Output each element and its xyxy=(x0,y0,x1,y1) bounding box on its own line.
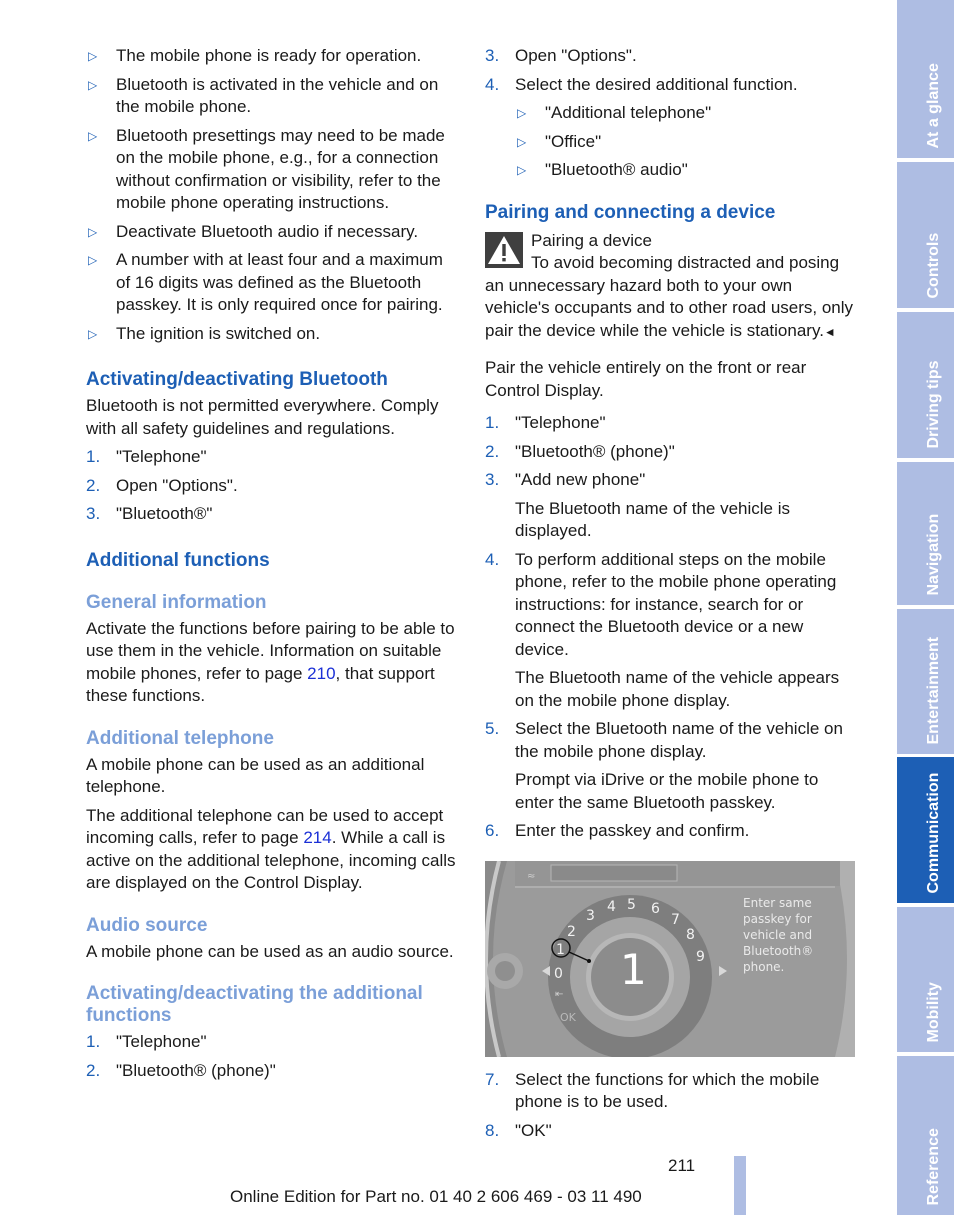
additional-telephone-heading: Additional telephone xyxy=(86,727,274,749)
step-item: 1. "Telephone" xyxy=(86,1032,207,1051)
chapter-tabs: At a glance Controls Driving tips Naviga… xyxy=(897,0,954,1215)
step-item: 6. Enter the passkey and confirm. xyxy=(485,821,750,840)
idrive-passkey-screenshot: ≈ ⇤ 0 1 2 3 4 5 6 7 8 9 1 OK Enter same … xyxy=(485,860,855,1057)
pair-intro-text: Pair the vehicle entirely on the front o… xyxy=(485,358,807,400)
triangle-bullet-icon: ▷ xyxy=(88,49,98,63)
tab-driving-tips[interactable]: Driving tips xyxy=(897,312,954,458)
list-item: ▷ The ignition is switched on. xyxy=(86,323,461,346)
warning-icon xyxy=(485,231,523,268)
activating-bluetooth-heading: Activating/deactivating Bluetooth xyxy=(86,369,388,390)
step-note: The Bluetooth name of the vehicle appear… xyxy=(515,668,840,710)
audio-source-heading: Audio source xyxy=(86,914,208,936)
page-number: 211 xyxy=(668,1156,696,1175)
dial-digit: 8 xyxy=(686,926,695,943)
left-column: ▷ The mobile phone is ready for operation… xyxy=(86,45,461,1088)
pairing-steps: 1. "Telephone" 2. "Bluetooth® (phone)" 3. "… xyxy=(485,412,857,843)
svg-text:⇤: ⇤ xyxy=(555,989,563,1000)
activating-additional-steps: 1. "Telephone" 2. "Bluetooth® (phone)" xyxy=(86,1031,461,1082)
list-item: ▷ Bluetooth presettings may need to be ma… xyxy=(88,125,445,213)
triangle-bullet-icon: ▷ xyxy=(88,224,98,239)
step-item: 1. "Telephone" xyxy=(485,413,606,432)
dial-digit: 2 xyxy=(567,923,576,940)
svg-text:≈: ≈ xyxy=(527,871,535,882)
activating-additional-heading: Activating/deactivating the additional f… xyxy=(86,983,423,1026)
additional-telephone-text: A mobile phone can be used as an additio… xyxy=(86,754,425,797)
triangle-bullet-icon: ▷ xyxy=(88,253,98,267)
warning-title: Pairing a device xyxy=(531,230,652,250)
step-item: 5. Select the Bluetooth name of the vehic… xyxy=(485,718,857,814)
page-link-214[interactable]: 214 xyxy=(303,828,331,847)
step-item: 1. "Telephone" xyxy=(86,447,207,466)
list-item: ▷ A number with at least four and a maxim… xyxy=(88,250,443,314)
step-item: 4. To perform additional steps on the mob… xyxy=(485,549,857,713)
step-item: 3. Open "Options". xyxy=(485,46,637,65)
additional-telephone-detail: The additional telephone can be used to … xyxy=(86,805,456,893)
list-item: ▷ Bluetooth is activated in the vehicle a… xyxy=(88,74,439,117)
step-note: The Bluetooth name of the vehicle is dis… xyxy=(515,498,790,541)
dial-digit: 6 xyxy=(651,900,660,917)
tab-reference[interactable]: Reference xyxy=(897,1056,954,1215)
triangle-bullet-icon: ▷ xyxy=(88,77,98,92)
tab-at-a-glance[interactable]: At a glance xyxy=(897,0,954,158)
triangle-bullet-icon: ▷ xyxy=(517,163,527,177)
step-item: 7. Select the functions for which the mob… xyxy=(485,1069,820,1112)
audio-source-text: A mobile phone can be used as an audio s… xyxy=(86,941,454,961)
step-item: 2. "Bluetooth® (phone)" xyxy=(86,1060,276,1080)
selected-digit-display: 1 xyxy=(620,944,647,994)
final-steps: 7. Select the functions for which the mob… xyxy=(485,1069,857,1143)
tab-communication[interactable]: Communication xyxy=(897,757,954,903)
dial-digit: 7 xyxy=(671,911,680,928)
triangle-bullet-icon: ▷ xyxy=(88,326,98,341)
activating-bluetooth-steps: 1. "Telephone" 2. Open "Options". 3. "Bluet… xyxy=(86,446,461,526)
prerequisites-list: ▷ The mobile phone is ready for operation… xyxy=(86,45,461,345)
general-information-heading: General information xyxy=(86,591,267,613)
ok-label: OK xyxy=(560,1010,576,1024)
idrive-hint-text: Enter same passkey for vehicle and Bluet… xyxy=(743,895,814,974)
dial-digit: 4 xyxy=(607,898,616,915)
tab-entertainment[interactable]: Entertainment xyxy=(897,609,954,754)
tab-controls[interactable]: Controls xyxy=(897,162,954,308)
step-item: 2. "Bluetooth® (phone)" xyxy=(485,441,675,461)
triangle-bullet-icon: ▷ xyxy=(517,106,527,120)
step-note: Prompt via iDrive or the mobile phone to… xyxy=(515,770,819,812)
continued-steps: 3. Open "Options". 4. Select the desired a… xyxy=(485,45,857,182)
step-item: 8. "OK" xyxy=(485,1120,552,1140)
dial-digit-selected: 1 xyxy=(556,941,565,958)
page-link-210[interactable]: 210 xyxy=(307,664,335,683)
list-item: ▷ "Additional telephone" xyxy=(515,102,857,125)
general-information-text: Activate the functions before pairing to… xyxy=(86,618,455,706)
triangle-bullet-icon: ▷ xyxy=(88,128,98,143)
step-item: 4. Select the desired additional function… xyxy=(485,74,857,182)
warning-box: Pairing a device To avoid becoming distr… xyxy=(485,230,857,344)
list-item: ▷ "Bluetooth® audio" xyxy=(515,159,857,182)
function-options-list: ▷ "Additional telephone" ▷ "Office" ▷ "Blue… xyxy=(515,102,857,182)
step-item: 3. "Bluetooth®" xyxy=(86,504,213,523)
pairing-heading: Pairing and connecting a device xyxy=(485,201,776,223)
page-marker-bar xyxy=(734,1156,746,1215)
footer-edition-text: Online Edition for Part no. 01 40 2 606 … xyxy=(230,1187,642,1206)
list-item: ▷ Deactivate Bluetooth audio if necessary… xyxy=(86,221,461,244)
dial-digit: 0 xyxy=(554,965,563,982)
activating-bluetooth-text: Bluetooth is not permitted everywhere. C… xyxy=(86,396,439,438)
additional-functions-heading: Additional functions xyxy=(86,549,270,571)
dial-digit: 5 xyxy=(627,896,636,913)
triangle-bullet-icon: ▷ xyxy=(517,134,527,149)
warning-text: To avoid becoming distracted and posing … xyxy=(485,253,854,340)
end-mark-icon: ◄ xyxy=(823,324,836,339)
dial-digit: 3 xyxy=(586,907,595,924)
tab-navigation[interactable]: Navigation xyxy=(897,462,954,605)
step-item: 2. Open "Options". xyxy=(86,475,238,495)
dial-digit: 9 xyxy=(696,948,705,965)
step-item: 3. "Add new phone" The Bluetooth name of t… xyxy=(485,469,857,543)
right-column: 3. Open "Options". 4. Select the desired a… xyxy=(485,45,857,1148)
tab-mobility[interactable]: Mobility xyxy=(897,907,954,1052)
list-item: ▷ "Office" xyxy=(515,131,857,154)
list-item: ▷ The mobile phone is ready for operation… xyxy=(86,45,461,68)
